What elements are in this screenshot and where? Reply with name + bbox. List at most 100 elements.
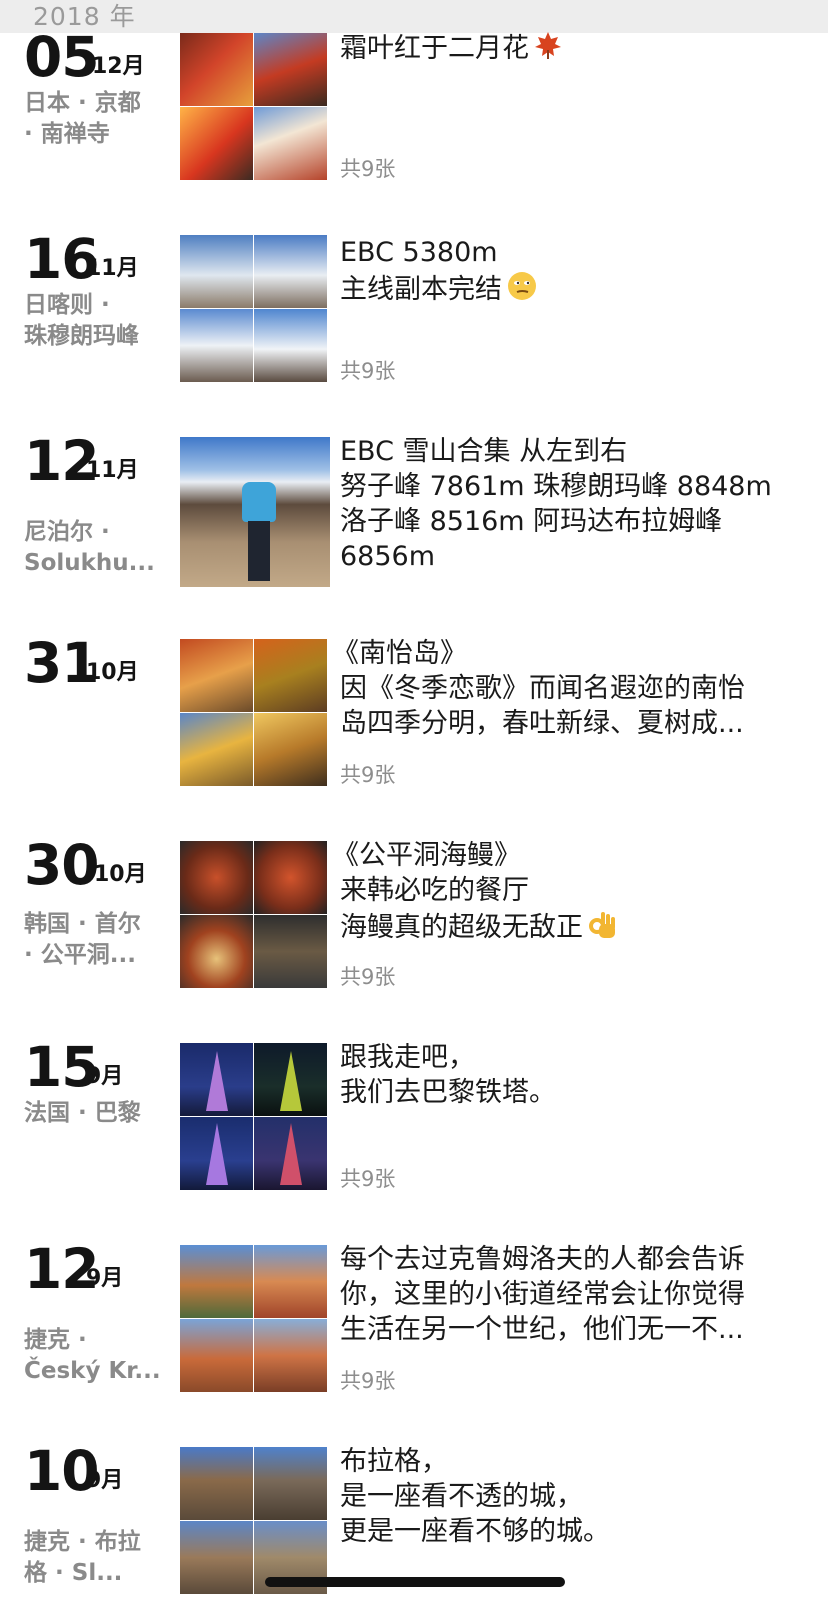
timeline-entry[interactable]: 12 9月 捷克 · Český Kr... 每个去过克鲁姆洛夫的人都会告诉 你… xyxy=(0,1242,828,1405)
photo-thumbnail[interactable] xyxy=(180,1117,253,1190)
timeline-entry[interactable]: 05 12月 日本 · 京都 · 南禅寺 霜叶红于二月花 共9张 xyxy=(0,25,828,193)
entry-location: 日本 · 京都 · 南禅寺 xyxy=(24,90,141,147)
entry-caption: EBC 5380m 主线副本完结 xyxy=(340,235,820,311)
caption-line: 每个去过克鲁姆洛夫的人都会告诉 xyxy=(340,1244,745,1275)
photo-thumbnail[interactable] xyxy=(254,1447,327,1520)
photo-grid[interactable] xyxy=(180,841,330,991)
photo-thumbnail[interactable] xyxy=(180,1447,253,1520)
caption-line: 你，这里的小街道经常会让你觉得 xyxy=(340,1279,745,1310)
photo-count: 共9张 xyxy=(340,763,396,787)
photo-grid[interactable] xyxy=(180,1043,330,1193)
photo-thumbnail[interactable] xyxy=(254,309,327,382)
photo-grid[interactable] xyxy=(180,1447,330,1597)
caption-line: 《南怡岛》 xyxy=(332,638,467,669)
caption-line: EBC 雪山合集 从左到右 xyxy=(340,436,628,467)
timeline-entry[interactable]: 15 9月 法国 · 巴黎 跟我走吧， 我们去巴黎铁塔。 共9张 xyxy=(0,1040,828,1203)
photo-thumbnail[interactable] xyxy=(254,915,327,988)
tower-shape xyxy=(280,1051,302,1111)
caption-line: 《公平洞海鳗》 xyxy=(332,840,521,871)
photo-thumbnail[interactable] xyxy=(254,713,327,786)
photo-grid[interactable] xyxy=(180,639,330,789)
photo-thumbnail[interactable] xyxy=(254,33,327,106)
caption-line: EBC 5380m xyxy=(340,237,498,268)
photo-thumbnail[interactable] xyxy=(180,639,253,712)
entry-location: 尼泊尔 · Solukhu... xyxy=(24,519,155,576)
entry-caption: EBC 雪山合集 从左到右 努子峰 7861m 珠穆朗玛峰 8848m 洛子峰 … xyxy=(340,434,820,574)
entry-caption: 霜叶红于二月花 xyxy=(340,30,820,69)
entry-month: 10月 xyxy=(94,862,147,887)
timeline-entry[interactable]: 16 11月 日喀则 · 珠穆朗玛峰 EBC 5380m 主线副本完结 共9张 xyxy=(0,232,828,395)
maple-leaf-icon xyxy=(533,30,563,69)
hiker-figure xyxy=(248,521,270,581)
caption-line: 洛子峰 8516m 阿玛达布拉姆峰 xyxy=(340,506,723,537)
entry-caption: 《南怡岛》 因《冬季恋歌》而闻名遐迩的南怡 岛四季分明，春吐新绿、夏树成... xyxy=(332,636,820,741)
photo-thumbnail[interactable] xyxy=(180,1043,253,1116)
caption-line: 海鳗真的超级无敌正 xyxy=(340,912,583,943)
photo-thumbnail[interactable] xyxy=(254,1117,327,1190)
caption-line: 生活在另一个世纪，他们无一不... xyxy=(340,1314,744,1345)
photo-thumbnail[interactable] xyxy=(180,309,253,382)
photo-count: 共9张 xyxy=(340,157,396,181)
entry-month: 10月 xyxy=(86,660,139,685)
entry-month: 9月 xyxy=(86,1468,124,1493)
tower-shape xyxy=(206,1051,228,1111)
entry-month: 11月 xyxy=(86,256,139,281)
smirk-face-icon xyxy=(506,270,538,311)
timeline-entry[interactable]: 30 10月 韩国 · 首尔 · 公平洞... 《公平洞海鳗》 来韩必吃的餐厅 … xyxy=(0,838,828,1001)
photo-thumbnail[interactable] xyxy=(180,1245,253,1318)
photo-thumbnail[interactable] xyxy=(254,841,327,914)
caption-line: 我们去巴黎铁塔。 xyxy=(340,1077,556,1108)
photo-thumbnail[interactable] xyxy=(180,437,330,587)
tower-shape xyxy=(206,1123,228,1185)
caption-line: 布拉格， xyxy=(340,1447,448,1477)
entry-location: 捷克 · 布拉 格 · Sl... xyxy=(24,1529,141,1586)
photo-thumbnail[interactable] xyxy=(180,107,253,180)
photo-grid[interactable] xyxy=(180,1245,330,1395)
photo-thumbnail[interactable] xyxy=(180,841,253,914)
photo-thumbnail[interactable] xyxy=(254,107,327,180)
entry-location: 日喀则 · 珠穆朗玛峰 xyxy=(24,292,139,349)
caption-line: 是一座看不透的城， xyxy=(340,1481,583,1512)
photo-thumbnail[interactable] xyxy=(180,1319,253,1392)
ok-hand-icon xyxy=(587,908,617,949)
entry-day: 05 xyxy=(24,25,100,89)
caption-line: 霜叶红于二月花 xyxy=(340,33,529,64)
photo-count: 共9张 xyxy=(340,359,396,383)
caption-line: 更是一座看不够的城。 xyxy=(340,1516,610,1547)
year-section-header: 2018 年 xyxy=(0,0,828,33)
entry-month: 11月 xyxy=(86,458,139,483)
caption-line: 主线副本完结 xyxy=(340,274,502,305)
photo-thumbnail[interactable] xyxy=(180,713,253,786)
caption-line: 因《冬季恋歌》而闻名遐迩的南怡 xyxy=(340,673,745,704)
photo-grid[interactable] xyxy=(180,437,330,587)
photo-grid[interactable] xyxy=(180,33,330,183)
photo-thumbnail[interactable] xyxy=(254,1245,327,1318)
timeline-entry[interactable]: 12 11月 尼泊尔 · Solukhu... EBC 雪山合集 从左到右 努子… xyxy=(0,434,828,597)
entry-caption: 布拉格， 是一座看不透的城， 更是一座看不够的城。 xyxy=(340,1447,820,1549)
photo-count: 共9张 xyxy=(340,965,396,989)
photo-thumbnail[interactable] xyxy=(180,915,253,988)
photo-thumbnail[interactable] xyxy=(180,33,253,106)
timeline-entry[interactable]: 31 10月 《南怡岛》 因《冬季恋歌》而闻名遐迩的南怡 岛四季分明，春吐新绿、… xyxy=(0,636,828,799)
photo-grid[interactable] xyxy=(180,235,330,385)
caption-line: 6856m xyxy=(340,541,436,572)
photo-thumbnail[interactable] xyxy=(180,1521,253,1594)
hiker-figure xyxy=(242,482,276,522)
entry-month: 9月 xyxy=(86,1266,124,1291)
entry-caption: 《公平洞海鳗》 来韩必吃的餐厅 海鳗真的超级无敌正 xyxy=(332,838,820,949)
photo-count: 共9张 xyxy=(340,1369,396,1393)
caption-line: 跟我走吧， xyxy=(340,1042,475,1073)
photo-thumbnail[interactable] xyxy=(180,235,253,308)
entry-caption: 跟我走吧， 我们去巴黎铁塔。 xyxy=(340,1040,820,1110)
photo-thumbnail[interactable] xyxy=(254,235,327,308)
caption-line: 岛四季分明，春吐新绿、夏树成... xyxy=(340,708,744,739)
photo-count: 共9张 xyxy=(340,1167,396,1191)
entry-month: 9月 xyxy=(86,1064,124,1089)
caption-line: 来韩必吃的餐厅 xyxy=(340,875,529,906)
home-indicator[interactable] xyxy=(265,1577,565,1587)
caption-line: 努子峰 7861m 珠穆朗玛峰 8848m xyxy=(340,471,772,502)
photo-thumbnail[interactable] xyxy=(254,1319,327,1392)
photo-thumbnail[interactable] xyxy=(254,1043,327,1116)
entry-location: 韩国 · 首尔 · 公平洞... xyxy=(24,911,141,968)
photo-thumbnail[interactable] xyxy=(254,639,327,712)
